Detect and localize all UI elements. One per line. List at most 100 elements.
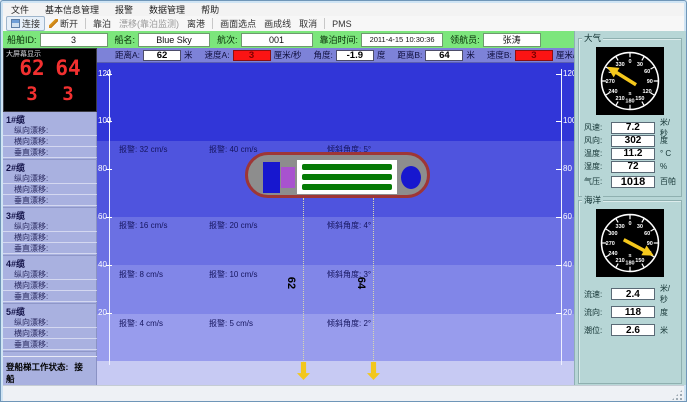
resize-grip[interactable]	[671, 389, 683, 401]
wind-direction-gauge: 030 6090 120150 180210 240270 300330 S	[596, 47, 664, 115]
cable-2-vertical: 垂直漂移:	[3, 195, 97, 206]
ladder-status: 登船梯工作状态:接船	[3, 356, 97, 385]
ship-name-label: 船名:	[115, 33, 136, 46]
pick-point-button[interactable]: 画面选点	[216, 17, 260, 30]
axis-tick-40-r: 40	[563, 261, 572, 269]
left-panel: 大屏幕显示 62 64 3 3 1#缆 纵向漂移: 横向漂移: 垂直漂移: 2#…	[3, 48, 97, 385]
menu-bar: 文件 基本信息管理 报警 数据管理 帮助	[3, 3, 684, 17]
voyage-field[interactable]: 001	[241, 33, 313, 47]
svg-text:60: 60	[644, 69, 650, 75]
cancel-button[interactable]: 取消	[295, 17, 321, 30]
pressure-unit: 百帕	[660, 176, 676, 187]
cable-2-header: 2#缆	[3, 160, 97, 173]
tide-level-value: 2.6	[611, 324, 655, 336]
right-panel: 大气 030 6090 120150 180210 240270	[574, 31, 686, 385]
menu-help[interactable]: 帮助	[193, 3, 227, 16]
measure-line-b-label: 64	[355, 277, 367, 289]
disconnect-button[interactable]: 断开	[45, 17, 82, 30]
pms-button[interactable]: PMS	[328, 17, 356, 30]
cable-5-header: 5#缆	[3, 304, 97, 317]
pressure-value: 1018	[611, 176, 655, 188]
cable-1-header: 1#缆	[3, 112, 97, 125]
current-dir-value: 118	[611, 306, 655, 318]
distance-b-led: 64	[55, 56, 80, 80]
wind-dir-label: 风向:	[584, 135, 611, 146]
distance-a-unit: 米	[184, 49, 193, 61]
alarm-row-2: 报警: 16 cm/s报警: 20 cm/s倾斜角度: 4°	[97, 220, 574, 230]
cable-1-lateral: 横向漂移:	[3, 136, 97, 147]
connect-label: 连接	[22, 17, 40, 30]
ship-id-field[interactable]: 3	[40, 33, 108, 47]
pilot-field[interactable]: 张涛	[483, 33, 541, 47]
tide-level-label: 潮位:	[584, 325, 611, 336]
distance-b-label: 距离B:	[397, 49, 422, 61]
current-speed-unit: 米/秒	[660, 283, 678, 305]
wind-speed-value: 7.2	[611, 122, 655, 134]
svg-text:240: 240	[608, 89, 617, 95]
speed-a-unit: 厘米/秒	[274, 49, 302, 61]
cable-group-5: 5#缆 纵向漂移: 横向漂移: 垂直漂移:	[3, 304, 97, 352]
pilot-label: 领航员:	[450, 33, 480, 46]
svg-text:60: 60	[644, 231, 650, 237]
measure-line-a-label: 62	[285, 277, 297, 289]
departure-button[interactable]: 离港	[183, 17, 209, 30]
distance-b-value: 64	[425, 50, 463, 61]
ship-deckhouse-block	[281, 167, 295, 188]
drift-monitor-button: 漂移(靠泊监测)	[115, 17, 183, 30]
ship-id-label: 船舶ID:	[7, 33, 37, 46]
cargo-stripe	[302, 184, 392, 190]
app-window: 文件 基本信息管理 报警 数据管理 帮助 连接 断开 靠泊 漂移(靠泊监测) 离…	[0, 0, 687, 402]
cable-group-1: 1#缆 纵向漂移: 横向漂移: 垂直漂移:	[3, 112, 97, 160]
cable-group-4: 4#缆 纵向漂移: 横向漂移: 垂直漂移:	[3, 256, 97, 304]
distance-a-value: 62	[143, 50, 181, 61]
axis-tick-20-r: 20	[563, 309, 572, 317]
cable-2-lateral: 横向漂移:	[3, 184, 97, 195]
menu-data-mgmt[interactable]: 数据管理	[141, 3, 193, 16]
svg-text:S: S	[628, 253, 631, 259]
svg-text:0: 0	[628, 221, 631, 227]
ocean-title: 海洋	[582, 195, 603, 205]
cable-4-lateral: 横向漂移:	[3, 280, 97, 291]
big-screen-display: 大屏幕显示 62 64 3 3	[3, 48, 97, 112]
cable-3-vertical: 垂直漂移:	[3, 243, 97, 254]
ship-name-field[interactable]: Blue Sky	[138, 33, 210, 47]
humidity-value: 72	[611, 161, 655, 173]
axis-tick-120-r: 120	[563, 70, 574, 78]
cable-1-vertical: 垂直漂移:	[3, 147, 97, 158]
temperature-value: 11.2	[611, 148, 655, 160]
measure-bar: 距离A: 62 米 速度A: 3 厘米/秒 角度: -1.9 度 距离B: 64…	[97, 48, 574, 63]
current-direction-gauge: 030 6090 120150 180210 240270 300330 S	[596, 209, 664, 277]
svg-text:120: 120	[643, 89, 652, 95]
svg-text:240: 240	[608, 251, 617, 257]
cable-1-longitudinal: 纵向漂移:	[3, 125, 97, 136]
connect-icon	[11, 19, 20, 28]
svg-text:S: S	[628, 91, 631, 97]
ship-info-bar: 船舶ID: 3 船名: Blue Sky 航次: 001 靠泊时间: 2011-…	[3, 31, 574, 48]
draw-line-button[interactable]: 画成线	[260, 17, 295, 30]
svg-text:90: 90	[647, 79, 653, 85]
axis-tick-80-r: 80	[563, 165, 572, 173]
connect-button[interactable]: 连接	[6, 16, 45, 31]
svg-text:330: 330	[616, 224, 625, 230]
menu-file[interactable]: 文件	[3, 3, 37, 16]
toolbar-separator	[212, 18, 213, 29]
berth-time-field[interactable]: 2011-4-15 10:30:36	[361, 33, 443, 47]
ocean-group: 海洋 030 6090 120150 180210 240270	[578, 200, 682, 384]
berth-button[interactable]: 靠泊	[89, 17, 115, 30]
cable-3-longitudinal: 纵向漂移:	[3, 221, 97, 232]
angle-unit: 度	[377, 49, 386, 61]
menu-basic-info[interactable]: 基本信息管理	[37, 3, 107, 16]
alarm-row-4: 报警: 4 cm/s报警: 5 cm/s倾斜角度: 2°	[97, 318, 574, 328]
angle-value: -1.9	[336, 50, 374, 61]
wind-dir-value: 302	[611, 135, 655, 147]
cable-group-2: 2#缆 纵向漂移: 横向漂移: 垂直漂移:	[3, 160, 97, 208]
cable-3-lateral: 横向漂移:	[3, 232, 97, 243]
berth-time-label: 靠泊时间:	[320, 33, 359, 46]
distance-a-label: 距离A:	[115, 49, 140, 61]
cable-2-longitudinal: 纵向漂移:	[3, 173, 97, 184]
tide-level-unit: 米	[660, 325, 668, 336]
voyage-label: 航次:	[217, 33, 238, 46]
angle-label: 角度:	[313, 49, 332, 61]
menu-alarm[interactable]: 报警	[107, 3, 141, 16]
current-dir-unit: 度	[660, 307, 668, 318]
